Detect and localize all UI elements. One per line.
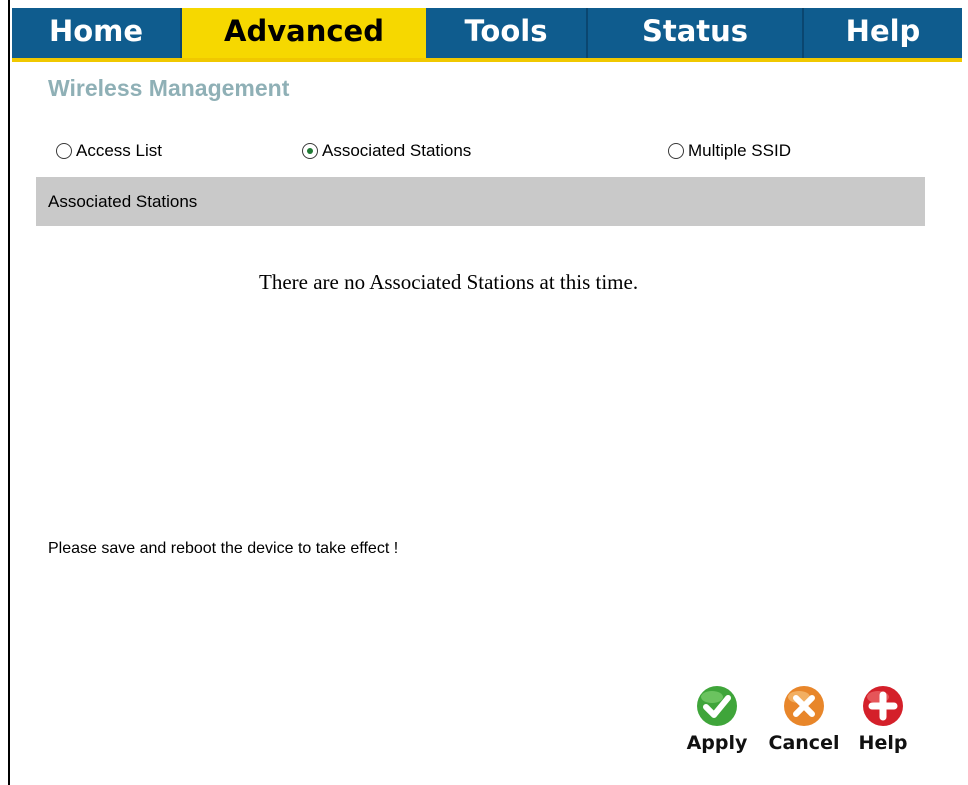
- radio-button-selected[interactable]: [302, 143, 318, 159]
- radio-associated-stations[interactable]: Associated Stations: [302, 138, 471, 164]
- help-label: Help: [858, 732, 908, 754]
- radio-button[interactable]: [668, 143, 684, 159]
- empty-state-message: There are no Associated Stations at this…: [259, 270, 639, 294]
- radio-label: Associated Stations: [322, 141, 472, 160]
- checkmark-icon: [697, 686, 737, 726]
- radio-button[interactable]: [56, 143, 72, 159]
- reboot-note: Please save and reboot the device to tak…: [48, 540, 399, 557]
- plus-icon: [863, 686, 903, 726]
- x-icon: [784, 686, 824, 726]
- radio-access-list[interactable]: Access List: [56, 138, 162, 164]
- top-nav: Home Advanced Tools Status Help: [12, 8, 962, 62]
- tab-help[interactable]: Help: [804, 8, 962, 58]
- page-title: Wireless Management: [48, 75, 290, 101]
- apply-button[interactable]: Apply: [680, 684, 754, 754]
- section-header: Associated Stations: [36, 177, 925, 226]
- radio-multiple-ssid[interactable]: Multiple SSID: [668, 138, 791, 164]
- cancel-button[interactable]: Cancel: [767, 684, 841, 754]
- tab-home[interactable]: Home: [12, 8, 180, 58]
- apply-label: Apply: [686, 732, 748, 754]
- help-button[interactable]: Help: [846, 684, 920, 754]
- tab-advanced[interactable]: Advanced: [182, 8, 426, 58]
- radio-label: Multiple SSID: [688, 141, 791, 160]
- tab-status[interactable]: Status: [588, 8, 802, 58]
- tab-tools[interactable]: Tools: [426, 8, 586, 58]
- radio-label: Access List: [76, 141, 162, 160]
- content-frame: [8, 0, 968, 785]
- cancel-label: Cancel: [768, 732, 840, 754]
